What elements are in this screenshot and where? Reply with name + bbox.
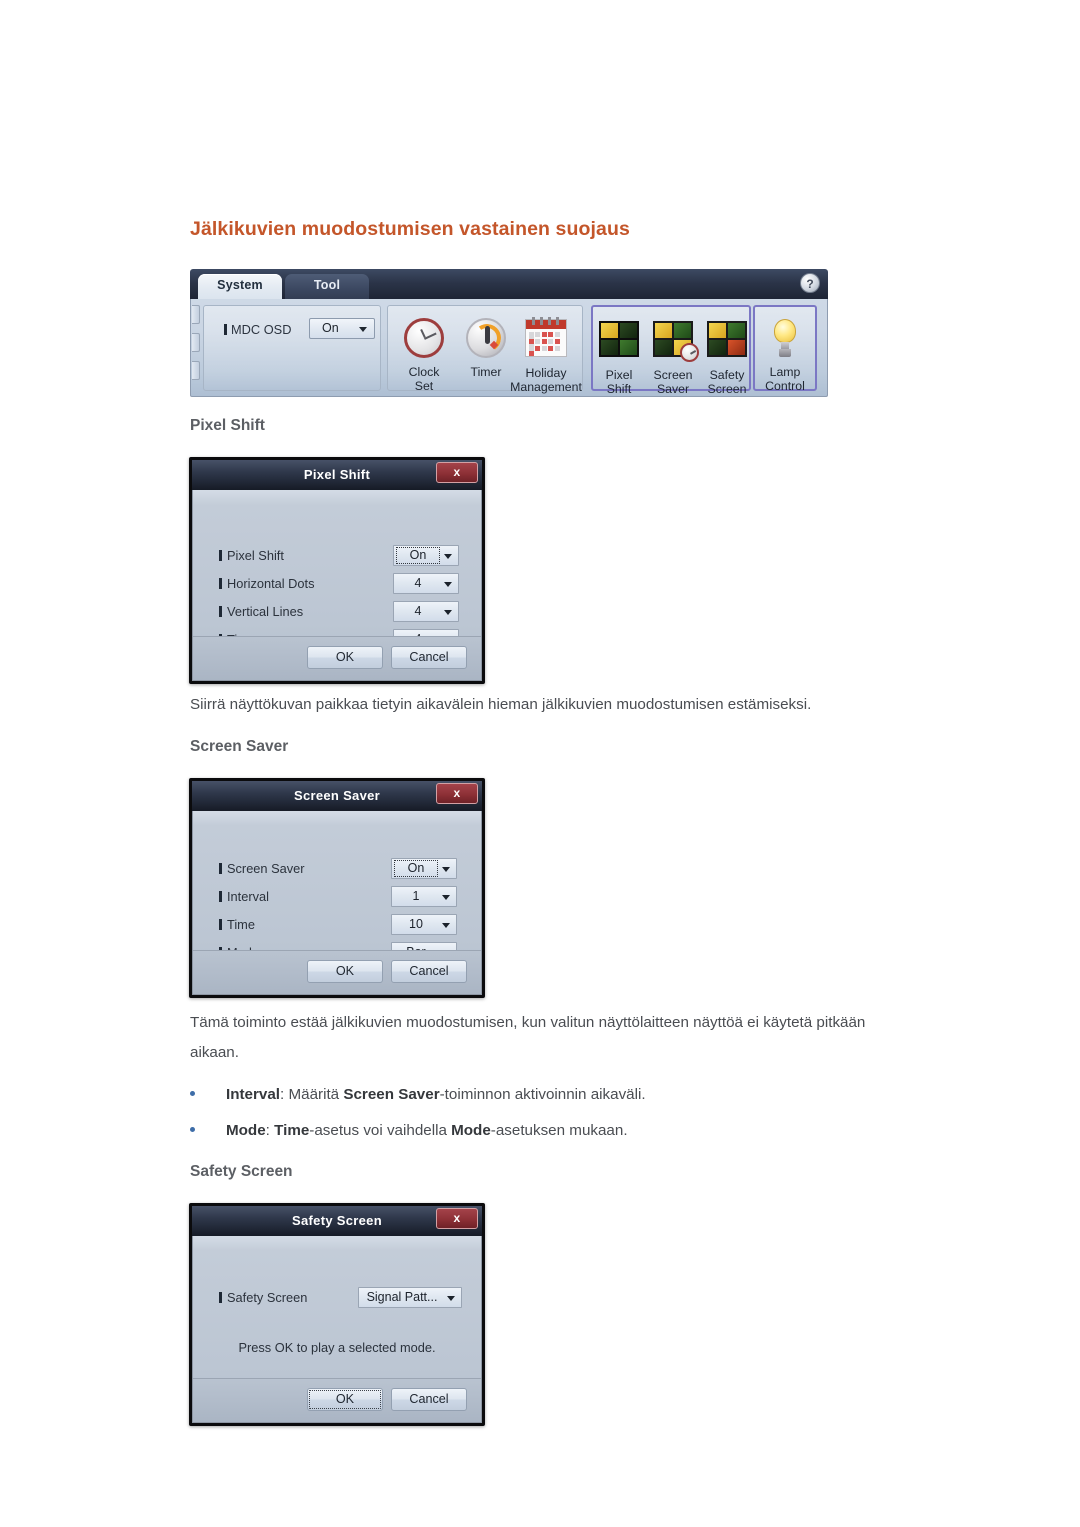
label-marker-icon — [219, 578, 222, 589]
safety-screen-icon — [705, 321, 749, 365]
row-pixel-shift: Pixel Shift On — [193, 544, 481, 568]
toolbar-button-safety-screen[interactable]: Safety Screen — [699, 317, 755, 396]
mdc-osd-label: MDC OSD — [224, 322, 291, 337]
group-screen-protection: Pixel Shift Screen Saver Safety Screen — [591, 305, 751, 396]
group-osd: MDC OSD On — [203, 305, 381, 391]
chevron-down-icon — [359, 327, 367, 332]
chevron-down-icon — [444, 582, 452, 587]
side-stub-1 — [192, 305, 200, 324]
pixel-shift-icon — [597, 321, 641, 365]
group-schedule: Clock Set Timer Holiday Management — [387, 305, 583, 394]
document-page: Jälkikuvien muodostumisen vastainen suoj… — [0, 0, 1080, 1527]
pixel-shift-dialog: Pixel Shift x Pixel Shift On Horizontal … — [189, 457, 485, 684]
toolbar-button-lamp-control[interactable]: Lamp Control — [753, 317, 817, 395]
calendar-icon — [524, 317, 568, 363]
paragraph-screen-saver-line1: Tämä toiminto estää jälkikuvien muodostu… — [190, 1014, 866, 1031]
row-label: Safety Screen — [219, 1286, 307, 1310]
chevron-down-icon — [444, 554, 452, 559]
chevron-down-icon — [447, 1296, 455, 1301]
dropdown-vertical-lines[interactable]: 4 — [393, 601, 459, 622]
ok-button[interactable]: OK — [307, 646, 383, 669]
tab-tool[interactable]: Tool — [285, 274, 369, 300]
list-item: Interval: Määritä Screen Saver-toiminnon… — [190, 1082, 646, 1108]
toolbar-button-pixel-shift[interactable]: Pixel Shift — [591, 317, 647, 396]
side-stub-2 — [192, 333, 200, 352]
row-label: Vertical Lines — [219, 600, 303, 624]
cancel-button[interactable]: Cancel — [391, 960, 467, 983]
timer-icon — [464, 318, 508, 362]
tab-strip: System Tool ? — [190, 269, 828, 300]
label-marker-icon — [219, 863, 222, 874]
row-screen-saver: Screen Saver On — [193, 857, 481, 881]
page-title: Jälkikuvien muodostumisen vastainen suoj… — [190, 218, 630, 240]
safety-screen-dialog-title: Safety Screen x — [192, 1206, 482, 1236]
dropdown-safety-screen[interactable]: Signal Patt... — [358, 1287, 462, 1308]
row-horizontal-dots: Horizontal Dots 4 — [193, 572, 481, 596]
close-icon[interactable]: x — [436, 1208, 478, 1229]
label-marker-icon — [224, 324, 227, 335]
help-icon[interactable]: ? — [800, 273, 820, 293]
dropdown-interval[interactable]: 1 — [391, 886, 457, 907]
chevron-down-icon — [442, 867, 450, 872]
pixel-shift-dialog-title: Pixel Shift x — [192, 460, 482, 490]
pixel-shift-dialog-body: Pixel Shift On Horizontal Dots 4 Vertica… — [192, 490, 482, 681]
screen-saver-dialog-title: Screen Saver x — [192, 781, 482, 811]
row-vertical-lines: Vertical Lines 4 — [193, 600, 481, 624]
row-time: Time 10 — [193, 913, 481, 937]
screen-saver-icon — [651, 321, 699, 365]
screen-saver-dialog: Screen Saver x Screen Saver On Interval — [189, 778, 485, 998]
row-label: Time — [219, 913, 255, 937]
dropdown-time[interactable]: 10 — [391, 914, 457, 935]
chevron-down-icon — [442, 923, 450, 928]
row-label: Horizontal Dots — [219, 572, 314, 596]
ok-button[interactable]: OK — [307, 960, 383, 983]
ok-button[interactable]: OK — [307, 1388, 383, 1411]
bullet-icon — [190, 1127, 195, 1133]
paragraph-screen-saver-line2: aikaan. — [190, 1044, 239, 1061]
tab-system[interactable]: System — [198, 274, 282, 300]
label-marker-icon — [219, 550, 222, 561]
safety-screen-dialog: Safety Screen x Safety Screen Signal Pat… — [189, 1203, 485, 1426]
bullet-icon — [190, 1091, 195, 1097]
toolbar-body: MDC OSD On Clock Set Timer Holiday Manag… — [190, 299, 828, 397]
safety-screen-dialog-body: Safety Screen Signal Patt... Press OK to… — [192, 1236, 482, 1423]
toolbar-button-clock-set[interactable]: Clock Set — [392, 316, 456, 394]
side-stub-3 — [192, 361, 200, 380]
dropdown-pixel-shift[interactable]: On — [393, 545, 459, 566]
screen-saver-dialog-footer: OK Cancel — [193, 950, 481, 994]
mdc-osd-select[interactable]: On — [309, 318, 375, 339]
subheading-pixel-shift: Pixel Shift — [190, 417, 265, 434]
dropdown-screen-saver[interactable]: On — [391, 858, 457, 879]
toolbar-button-holiday-management[interactable]: Holiday Management — [510, 316, 582, 394]
pixel-shift-dialog-footer: OK Cancel — [193, 636, 481, 680]
label-marker-icon — [219, 919, 222, 930]
toolbar-button-screen-saver[interactable]: Screen Saver — [645, 317, 701, 396]
chevron-down-icon — [444, 610, 452, 615]
safety-screen-dialog-footer: OK Cancel — [193, 1378, 481, 1422]
label-marker-icon — [219, 606, 222, 617]
dropdown-horizontal-dots[interactable]: 4 — [393, 573, 459, 594]
chevron-down-icon — [442, 895, 450, 900]
row-label: Pixel Shift — [219, 544, 284, 568]
row-interval: Interval 1 — [193, 885, 481, 909]
clock-icon — [402, 318, 446, 362]
list-item: Mode: Time-asetus voi vaihdella Mode-ase… — [190, 1118, 628, 1144]
label-marker-icon — [219, 1292, 222, 1303]
paragraph-pixel-shift: Siirrä näyttökuvan paikkaa tietyin aikav… — [190, 696, 812, 713]
subheading-safety-screen: Safety Screen — [190, 1163, 293, 1180]
close-icon[interactable]: x — [436, 783, 478, 804]
row-safety-screen: Safety Screen Signal Patt... — [193, 1286, 481, 1310]
group-lamp: Lamp Control — [753, 305, 817, 393]
cancel-button[interactable]: Cancel — [391, 1388, 467, 1411]
cancel-button[interactable]: Cancel — [391, 646, 467, 669]
close-icon[interactable]: x — [436, 462, 478, 483]
label-marker-icon — [219, 891, 222, 902]
screen-saver-dialog-body: Screen Saver On Interval 1 Time 10 OK Ca… — [192, 811, 482, 995]
lamp-icon — [763, 318, 807, 362]
row-label: Screen Saver — [219, 857, 305, 881]
subheading-screen-saver: Screen Saver — [190, 738, 289, 755]
safety-screen-note: Press OK to play a selected mode. — [238, 1340, 436, 1355]
mdc-toolbar: System Tool ? MDC OSD On Clock Set Timer… — [190, 269, 828, 397]
row-label: Interval — [219, 885, 269, 909]
